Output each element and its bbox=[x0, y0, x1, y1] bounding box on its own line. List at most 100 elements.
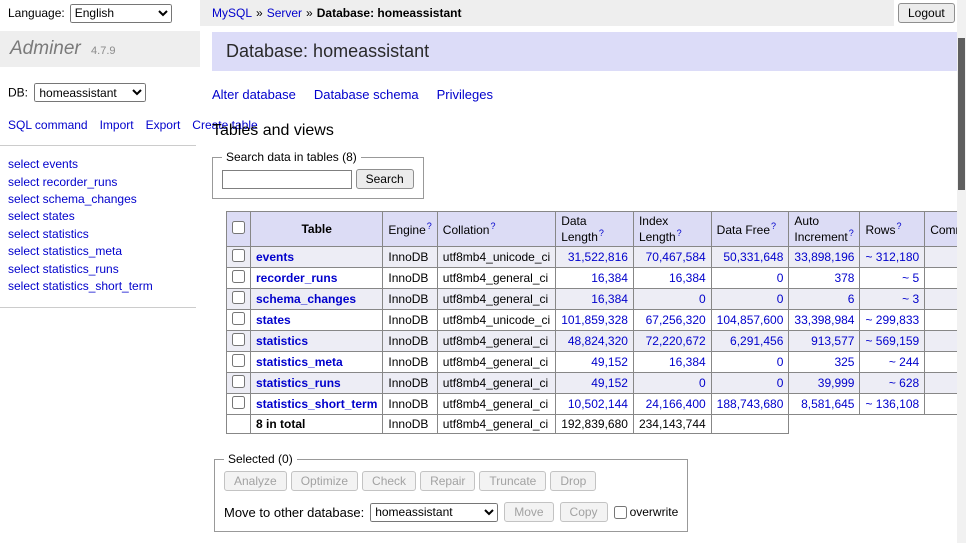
analyze-button[interactable]: Analyze bbox=[224, 471, 287, 491]
row-checkbox-statistics-runs[interactable] bbox=[232, 375, 245, 388]
search-button[interactable]: Search bbox=[356, 169, 414, 189]
auto-increment-cell-link[interactable]: 378 bbox=[834, 271, 854, 285]
repair-button[interactable]: Repair bbox=[420, 471, 475, 491]
index-length-cell-link[interactable]: 72,220,672 bbox=[646, 334, 706, 348]
sidebar-table-link-select-statistics-meta[interactable]: select statistics_meta bbox=[8, 243, 188, 260]
db-select[interactable]: homeassistant bbox=[34, 83, 146, 102]
move-button[interactable]: Move bbox=[504, 502, 553, 522]
auto-increment-cell-link[interactable]: 6 bbox=[848, 292, 855, 306]
sidebar-link-sql-command[interactable]: SQL command bbox=[8, 118, 88, 132]
sidebar-table-link-select-statistics-short-term[interactable]: select statistics_short_term bbox=[8, 278, 188, 295]
truncate-button[interactable]: Truncate bbox=[479, 471, 546, 491]
data-free-cell-link[interactable]: 0 bbox=[777, 376, 784, 390]
data-free-cell-link[interactable]: 6,291,456 bbox=[730, 334, 783, 348]
index-length-cell-link[interactable]: 16,384 bbox=[669, 355, 706, 369]
data-free-cell-link[interactable]: 0 bbox=[777, 271, 784, 285]
overwrite-option[interactable]: overwrite bbox=[614, 505, 679, 519]
sidebar-link-import[interactable]: Import bbox=[100, 118, 134, 132]
row-checkbox-statistics[interactable] bbox=[232, 333, 245, 346]
rows-cell-link[interactable]: ~ 312,180 bbox=[865, 250, 919, 264]
data-length-cell-link[interactable]: 48,824,320 bbox=[568, 334, 628, 348]
sidebar-table-link-select-statistics-runs[interactable]: select statistics_runs bbox=[8, 261, 188, 278]
overwrite-checkbox[interactable] bbox=[614, 506, 627, 519]
rows-cell-link[interactable]: ~ 569,159 bbox=[865, 334, 919, 348]
auto-increment-cell-link[interactable]: 33,898,196 bbox=[794, 250, 854, 264]
language-select[interactable]: English bbox=[70, 4, 172, 23]
breadcrumb-server-link[interactable]: Server bbox=[267, 6, 302, 20]
scrollbar[interactable] bbox=[957, 0, 966, 543]
data-free-cell-link[interactable]: 0 bbox=[777, 355, 784, 369]
index-length-cell-link[interactable]: 0 bbox=[699, 292, 706, 306]
table-link-events[interactable]: events bbox=[256, 250, 294, 264]
copy-button[interactable]: Copy bbox=[560, 502, 608, 522]
check-button[interactable]: Check bbox=[362, 471, 416, 491]
rows-cell-link[interactable]: ~ 3 bbox=[902, 292, 919, 306]
engine-cell: InnoDB bbox=[383, 331, 437, 352]
auto-increment-cell-link[interactable]: 325 bbox=[834, 355, 854, 369]
rows-cell-link[interactable]: ~ 299,833 bbox=[865, 313, 919, 327]
select-all-checkbox[interactable] bbox=[232, 221, 245, 234]
data-length-cell-link[interactable]: 31,522,816 bbox=[568, 250, 628, 264]
table-link-recorder-runs[interactable]: recorder_runs bbox=[256, 271, 337, 285]
data-length-cell-link[interactable]: 49,152 bbox=[591, 376, 628, 390]
column-help-link[interactable]: ? bbox=[490, 221, 495, 231]
column-help-link[interactable]: ? bbox=[771, 221, 776, 231]
data-length-cell-link[interactable]: 49,152 bbox=[591, 355, 628, 369]
table-link-states[interactable]: states bbox=[256, 313, 291, 327]
action-link-privileges[interactable]: Privileges bbox=[437, 87, 493, 102]
table-link-statistics-short-term[interactable]: statistics_short_term bbox=[256, 397, 377, 411]
column-help-link[interactable]: ? bbox=[849, 228, 854, 238]
column-help-link[interactable]: ? bbox=[677, 228, 682, 238]
row-select-cell bbox=[227, 373, 251, 394]
data-length-cell-link[interactable]: 10,502,144 bbox=[568, 397, 628, 411]
sidebar-table-link-select-statistics[interactable]: select statistics bbox=[8, 226, 188, 243]
optimize-button[interactable]: Optimize bbox=[291, 471, 358, 491]
row-checkbox-recorder-runs[interactable] bbox=[232, 270, 245, 283]
row-checkbox-states[interactable] bbox=[232, 312, 245, 325]
action-link-alter-database[interactable]: Alter database bbox=[212, 87, 296, 102]
move-db-select[interactable]: homeassistant bbox=[370, 503, 498, 522]
index-length-cell-link[interactable]: 0 bbox=[699, 376, 706, 390]
data-free-cell-link[interactable]: 50,331,648 bbox=[723, 250, 783, 264]
breadcrumb-mysql-link[interactable]: MySQL bbox=[212, 6, 252, 20]
row-checkbox-schema-changes[interactable] bbox=[232, 291, 245, 304]
rows-cell-link[interactable]: ~ 5 bbox=[902, 271, 919, 285]
sidebar-table-link-select-events[interactable]: select events bbox=[8, 156, 188, 173]
auto-increment-cell-link[interactable]: 39,999 bbox=[818, 376, 855, 390]
table-link-statistics[interactable]: statistics bbox=[256, 334, 308, 348]
index-length-cell-link[interactable]: 24,166,400 bbox=[646, 397, 706, 411]
auto-increment-cell-link[interactable]: 913,577 bbox=[811, 334, 854, 348]
sidebar-table-link-select-recorder-runs[interactable]: select recorder_runs bbox=[8, 174, 188, 191]
row-checkbox-events[interactable] bbox=[232, 249, 245, 262]
column-help-link[interactable]: ? bbox=[599, 228, 604, 238]
data-free-cell-link[interactable]: 0 bbox=[777, 292, 784, 306]
logout-button[interactable]: Logout bbox=[898, 3, 955, 23]
index-length-cell-link[interactable]: 16,384 bbox=[669, 271, 706, 285]
sidebar-table-link-select-states[interactable]: select states bbox=[8, 208, 188, 225]
row-checkbox-statistics-short-term[interactable] bbox=[232, 396, 245, 409]
sidebar-table-link-select-schema-changes[interactable]: select schema_changes bbox=[8, 191, 188, 208]
search-input[interactable] bbox=[222, 170, 352, 189]
data-length-cell-link[interactable]: 16,384 bbox=[591, 292, 628, 306]
table-link-statistics-runs[interactable]: statistics_runs bbox=[256, 376, 341, 390]
data-free-cell-link[interactable]: 188,743,680 bbox=[717, 397, 784, 411]
drop-button[interactable]: Drop bbox=[550, 471, 596, 491]
scrollbar-thumb[interactable] bbox=[958, 38, 965, 190]
rows-cell-link[interactable]: ~ 136,108 bbox=[865, 397, 919, 411]
row-checkbox-statistics-meta[interactable] bbox=[232, 354, 245, 367]
index-length-cell-link[interactable]: 70,467,584 bbox=[646, 250, 706, 264]
data-length-cell-link[interactable]: 16,384 bbox=[591, 271, 628, 285]
rows-cell-link[interactable]: ~ 628 bbox=[889, 376, 919, 390]
action-link-database-schema[interactable]: Database schema bbox=[314, 87, 419, 102]
auto-increment-cell-link[interactable]: 8,581,645 bbox=[801, 397, 854, 411]
sidebar-link-export[interactable]: Export bbox=[146, 118, 181, 132]
index-length-cell-link[interactable]: 67,256,320 bbox=[646, 313, 706, 327]
table-link-schema-changes[interactable]: schema_changes bbox=[256, 292, 356, 306]
data-free-cell-link[interactable]: 104,857,600 bbox=[717, 313, 784, 327]
column-help-link[interactable]: ? bbox=[896, 221, 901, 231]
column-help-link[interactable]: ? bbox=[427, 221, 432, 231]
table-link-statistics-meta[interactable]: statistics_meta bbox=[256, 355, 343, 369]
rows-cell-link[interactable]: ~ 244 bbox=[889, 355, 919, 369]
data-length-cell-link[interactable]: 101,859,328 bbox=[561, 313, 628, 327]
auto-increment-cell-link[interactable]: 33,398,984 bbox=[794, 313, 854, 327]
